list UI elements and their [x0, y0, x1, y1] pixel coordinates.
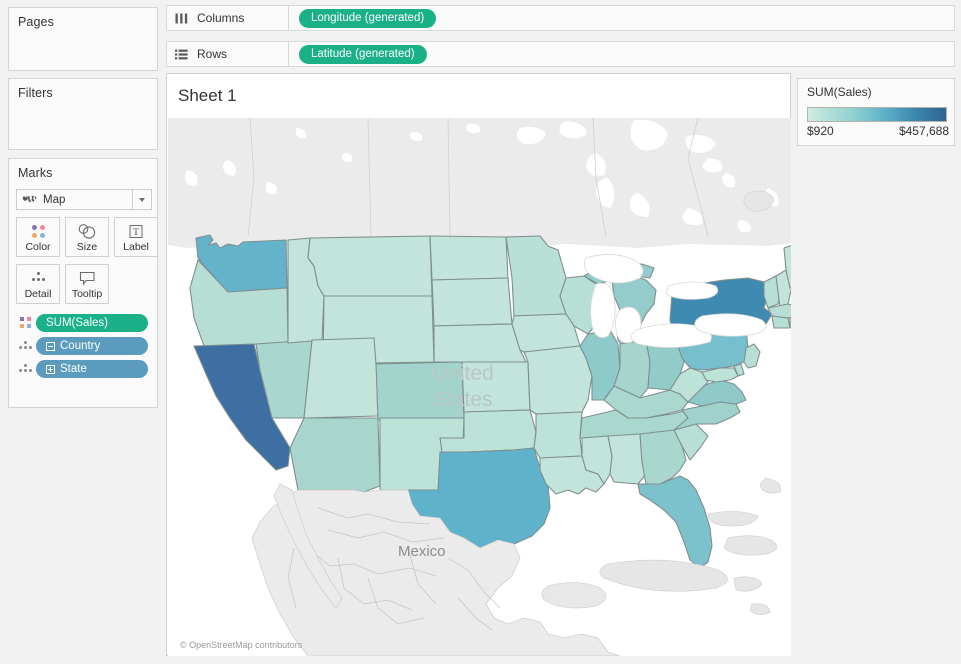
size-circles-icon — [77, 221, 97, 241]
columns-shelf-header: Columns — [167, 6, 289, 30]
label-text-icon: T — [128, 221, 144, 241]
filters-card-title: Filters — [18, 86, 53, 100]
map-mark-icon — [22, 194, 37, 206]
state-UT[interactable] — [303, 337, 381, 419]
marks-label-button[interactable]: T Label — [114, 217, 158, 257]
rows-shelf-label: Rows — [197, 47, 228, 61]
sheet-title: Sheet 1 — [178, 86, 237, 105]
pill-country-label: Country — [60, 340, 101, 352]
detail-dots-icon — [16, 363, 36, 375]
label-united-states-line1: United — [433, 362, 494, 385]
marks-tooltip-label: Tooltip — [71, 288, 103, 300]
state-MT[interactable] — [307, 235, 433, 297]
legend-values: $920 $457,688 — [807, 124, 949, 138]
color-legend[interactable]: SUM(Sales) $920 $457,688 — [797, 78, 955, 146]
mark-type-dropdown[interactable]: Map — [16, 189, 152, 210]
canada-landmass — [168, 118, 791, 248]
label-united-states-line2: States — [433, 388, 493, 411]
pill-state[interactable]: State — [36, 360, 148, 378]
columns-shelf[interactable]: Columns Longitude (generated) — [166, 5, 955, 31]
mark-type-label: Map — [43, 193, 66, 206]
pill-latitude-generated[interactable]: Latitude (generated) — [299, 44, 427, 64]
choropleth-map[interactable]: United States Mexico — [168, 118, 791, 656]
state-AR[interactable] — [533, 411, 583, 459]
expand-plus-icon[interactable] — [46, 364, 55, 374]
state-CT[interactable] — [771, 315, 791, 329]
legend-gradient-bar[interactable] — [807, 107, 947, 122]
state-MO[interactable] — [523, 345, 593, 415]
columns-icon — [175, 13, 189, 24]
columns-shelf-label: Columns — [197, 11, 245, 25]
state-SD[interactable] — [431, 277, 513, 327]
marks-card-title: Marks — [18, 166, 53, 180]
rows-shelf-header: Rows — [167, 42, 289, 66]
rows-icon — [175, 49, 189, 60]
pill-state-label: State — [60, 363, 87, 375]
collapse-minus-icon[interactable] — [46, 341, 55, 351]
pages-card[interactable]: Pages — [8, 7, 158, 71]
marks-detail-button[interactable]: Detail — [16, 264, 60, 304]
color-dots-icon — [16, 316, 36, 330]
marks-detail-label: Detail — [24, 288, 52, 300]
view-pane: Sheet 1 United States Mexico © OpenStree… — [166, 73, 791, 656]
map-canvas[interactable]: United States Mexico © OpenStreetMap con… — [168, 118, 791, 656]
marks-size-button[interactable]: Size — [65, 217, 109, 257]
marks-pill-row-country: Country — [16, 337, 148, 355]
color-dots-icon — [31, 221, 45, 241]
marks-color-button[interactable]: Color — [16, 217, 60, 257]
tooltip-bubble-icon — [79, 268, 96, 288]
legend-title: SUM(Sales) — [807, 85, 872, 99]
marks-size-label: Size — [76, 241, 98, 253]
marks-label-label: Label — [123, 241, 149, 253]
marks-color-label: Color — [25, 241, 51, 253]
detail-dots-icon — [16, 340, 36, 352]
rows-shelf[interactable]: Rows Latitude (generated) — [166, 41, 955, 67]
marks-tooltip-button[interactable]: Tooltip — [65, 264, 109, 304]
pill-sum-sales[interactable]: SUM(Sales) — [36, 314, 148, 332]
pages-card-title: Pages — [18, 15, 54, 29]
svg-text:T: T — [133, 227, 139, 237]
legend-max-value: $457,688 — [898, 124, 949, 138]
left-sidebar: Pages Filters Marks Map Color Size T Lab… — [0, 0, 161, 664]
label-mexico: Mexico — [398, 543, 446, 560]
pill-longitude-generated[interactable]: Longitude (generated) — [299, 8, 437, 28]
legend-min-value: $920 — [807, 124, 834, 138]
marks-card: Marks Map Color Size T Label Detail Tool… — [8, 158, 158, 408]
marks-pill-row-state: State — [16, 360, 148, 378]
marks-pill-row-sum-sales: SUM(Sales) — [16, 314, 148, 332]
tableau-worksheet: Pages Filters Marks Map Color Size T Lab… — [0, 0, 961, 664]
state-AZ[interactable] — [289, 417, 381, 493]
state-RI[interactable] — [789, 317, 791, 328]
filters-card[interactable]: Filters — [8, 78, 158, 150]
state-NE[interactable] — [433, 323, 527, 363]
chevron-down-icon[interactable] — [132, 190, 151, 209]
pill-country[interactable]: Country — [36, 337, 148, 355]
map-attribution: © OpenStreetMap contributors — [180, 640, 303, 650]
state-ND[interactable] — [429, 235, 509, 281]
detail-dots-icon — [31, 268, 46, 288]
